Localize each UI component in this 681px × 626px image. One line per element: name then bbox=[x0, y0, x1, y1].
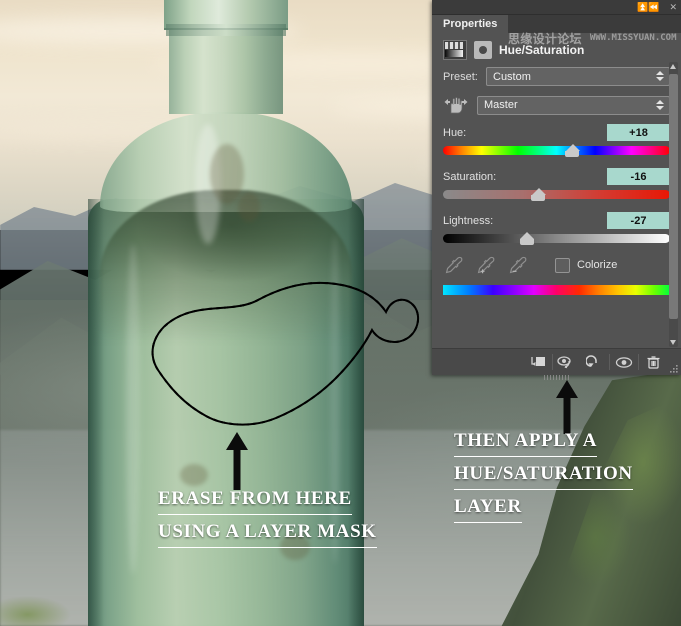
close-icon[interactable]: ✕ bbox=[669, 2, 677, 12]
hue-value-field[interactable]: +18 bbox=[607, 124, 670, 141]
panel-scrollbar[interactable] bbox=[669, 62, 678, 347]
scrollbar-thumb[interactable] bbox=[669, 74, 678, 319]
saturation-slider-thumb[interactable] bbox=[531, 188, 546, 202]
annotation-line: THEN APPLY A bbox=[454, 428, 598, 457]
scroll-down-arrow-icon[interactable] bbox=[670, 340, 676, 345]
panel-titlebar: ⏫⏪ ✕ bbox=[432, 0, 681, 15]
bottle-grime bbox=[238, 192, 260, 222]
checkbox-box bbox=[555, 257, 570, 273]
lightness-slider-thumb[interactable] bbox=[519, 232, 535, 246]
hue-saturation-adjustment-icon bbox=[443, 40, 467, 60]
collapse-icon[interactable]: ⏫⏪ bbox=[637, 2, 659, 12]
lightness-label: Lightness: bbox=[443, 214, 494, 227]
eyedropper-row: Colorize bbox=[445, 256, 670, 274]
tab-properties[interactable]: Properties bbox=[432, 15, 509, 33]
eyedropper-add-to-sample-icon[interactable] bbox=[477, 256, 497, 274]
channel-value: Master bbox=[484, 99, 518, 111]
colorize-label: Colorize bbox=[577, 259, 618, 271]
preset-row: Preset: Custom bbox=[443, 67, 670, 86]
footer-button-group bbox=[524, 349, 681, 375]
clip-to-layer-button[interactable] bbox=[524, 349, 552, 375]
watermark-cn: 思缘设计论坛 bbox=[508, 31, 582, 46]
channel-dropdown[interactable]: Master bbox=[477, 95, 670, 115]
stepper-arrows-icon bbox=[656, 99, 664, 110]
scroll-up-arrow-icon[interactable] bbox=[670, 64, 676, 69]
saturation-slider-block: Saturation: -16 bbox=[443, 168, 670, 202]
panel-tab-row: Properties 思缘设计论坛 WWW.MISSYUAN.COM bbox=[432, 15, 681, 46]
hue-slider-track[interactable] bbox=[443, 144, 670, 158]
toggle-visibility-button[interactable] bbox=[610, 349, 638, 375]
lightness-slider-track[interactable] bbox=[443, 232, 670, 246]
lightness-slider-block: Lightness: -27 bbox=[443, 212, 670, 246]
panel-resize-grip[interactable] bbox=[667, 348, 681, 377]
bottle-grime bbox=[210, 144, 244, 204]
bottle-edge-right bbox=[348, 199, 364, 626]
reset-button[interactable] bbox=[581, 349, 609, 375]
saturation-slider-track[interactable] bbox=[443, 188, 670, 202]
panel-footer-toolbar bbox=[432, 348, 681, 380]
saturation-label: Saturation: bbox=[443, 170, 497, 183]
properties-panel: ⏫⏪ ✕ Properties 思缘设计论坛 WWW.MISSYUAN.COM … bbox=[432, 0, 681, 380]
bottle-edge-left bbox=[88, 199, 104, 626]
screenshot-root: ERASE FROM HERE USING A LAYER MASK THEN … bbox=[0, 0, 681, 626]
eyedropper-sample-icon[interactable] bbox=[445, 256, 465, 274]
lightness-value-field[interactable]: -27 bbox=[607, 212, 670, 229]
color-spectrum-bar[interactable] bbox=[443, 285, 670, 295]
panel-body: Preset: Custom Master Hue: +18 Saturatio… bbox=[432, 67, 681, 295]
annotation-apply-text: THEN APPLY A HUE/SATURATION LAYER bbox=[454, 428, 633, 527]
panel-drag-handle[interactable] bbox=[543, 375, 570, 380]
annotation-line: HUE/SATURATION bbox=[454, 461, 633, 490]
preset-dropdown[interactable]: Custom bbox=[486, 67, 670, 86]
up-arrow-annotation-erase bbox=[222, 430, 252, 492]
watermark: 思缘设计论坛 WWW.MISSYUAN.COM bbox=[508, 29, 677, 47]
delete-adjustment-button[interactable] bbox=[639, 349, 667, 375]
watermark-en: WWW.MISSYUAN.COM bbox=[589, 33, 677, 43]
view-previous-state-button[interactable] bbox=[553, 349, 581, 375]
annotation-line: USING A LAYER MASK bbox=[158, 519, 377, 548]
bottle-grime bbox=[180, 464, 208, 486]
layer-mask-icon[interactable] bbox=[474, 41, 492, 59]
hue-slider-block: Hue: +18 bbox=[443, 124, 670, 158]
stepper-arrows-icon bbox=[656, 71, 664, 81]
hue-label: Hue: bbox=[443, 126, 467, 139]
channel-row: Master bbox=[443, 95, 670, 115]
saturation-value-field[interactable]: -16 bbox=[607, 168, 670, 185]
eyedropper-subtract-from-sample-icon[interactable] bbox=[509, 256, 529, 274]
preset-value: Custom bbox=[493, 70, 531, 83]
annotation-line: ERASE FROM HERE bbox=[158, 486, 352, 515]
targeted-adjustment-hand-icon[interactable] bbox=[443, 95, 469, 115]
annotation-line: LAYER bbox=[454, 494, 522, 523]
window-controls: ⏫⏪ ✕ bbox=[637, 0, 677, 14]
colorize-checkbox[interactable]: Colorize bbox=[555, 257, 618, 273]
preset-label: Preset: bbox=[443, 70, 478, 83]
bottle-highlight bbox=[126, 244, 140, 574]
annotation-erase-text: ERASE FROM HERE USING A LAYER MASK bbox=[158, 486, 377, 552]
bottle-lip-ring bbox=[166, 24, 286, 36]
hue-slider-thumb[interactable] bbox=[565, 144, 580, 158]
